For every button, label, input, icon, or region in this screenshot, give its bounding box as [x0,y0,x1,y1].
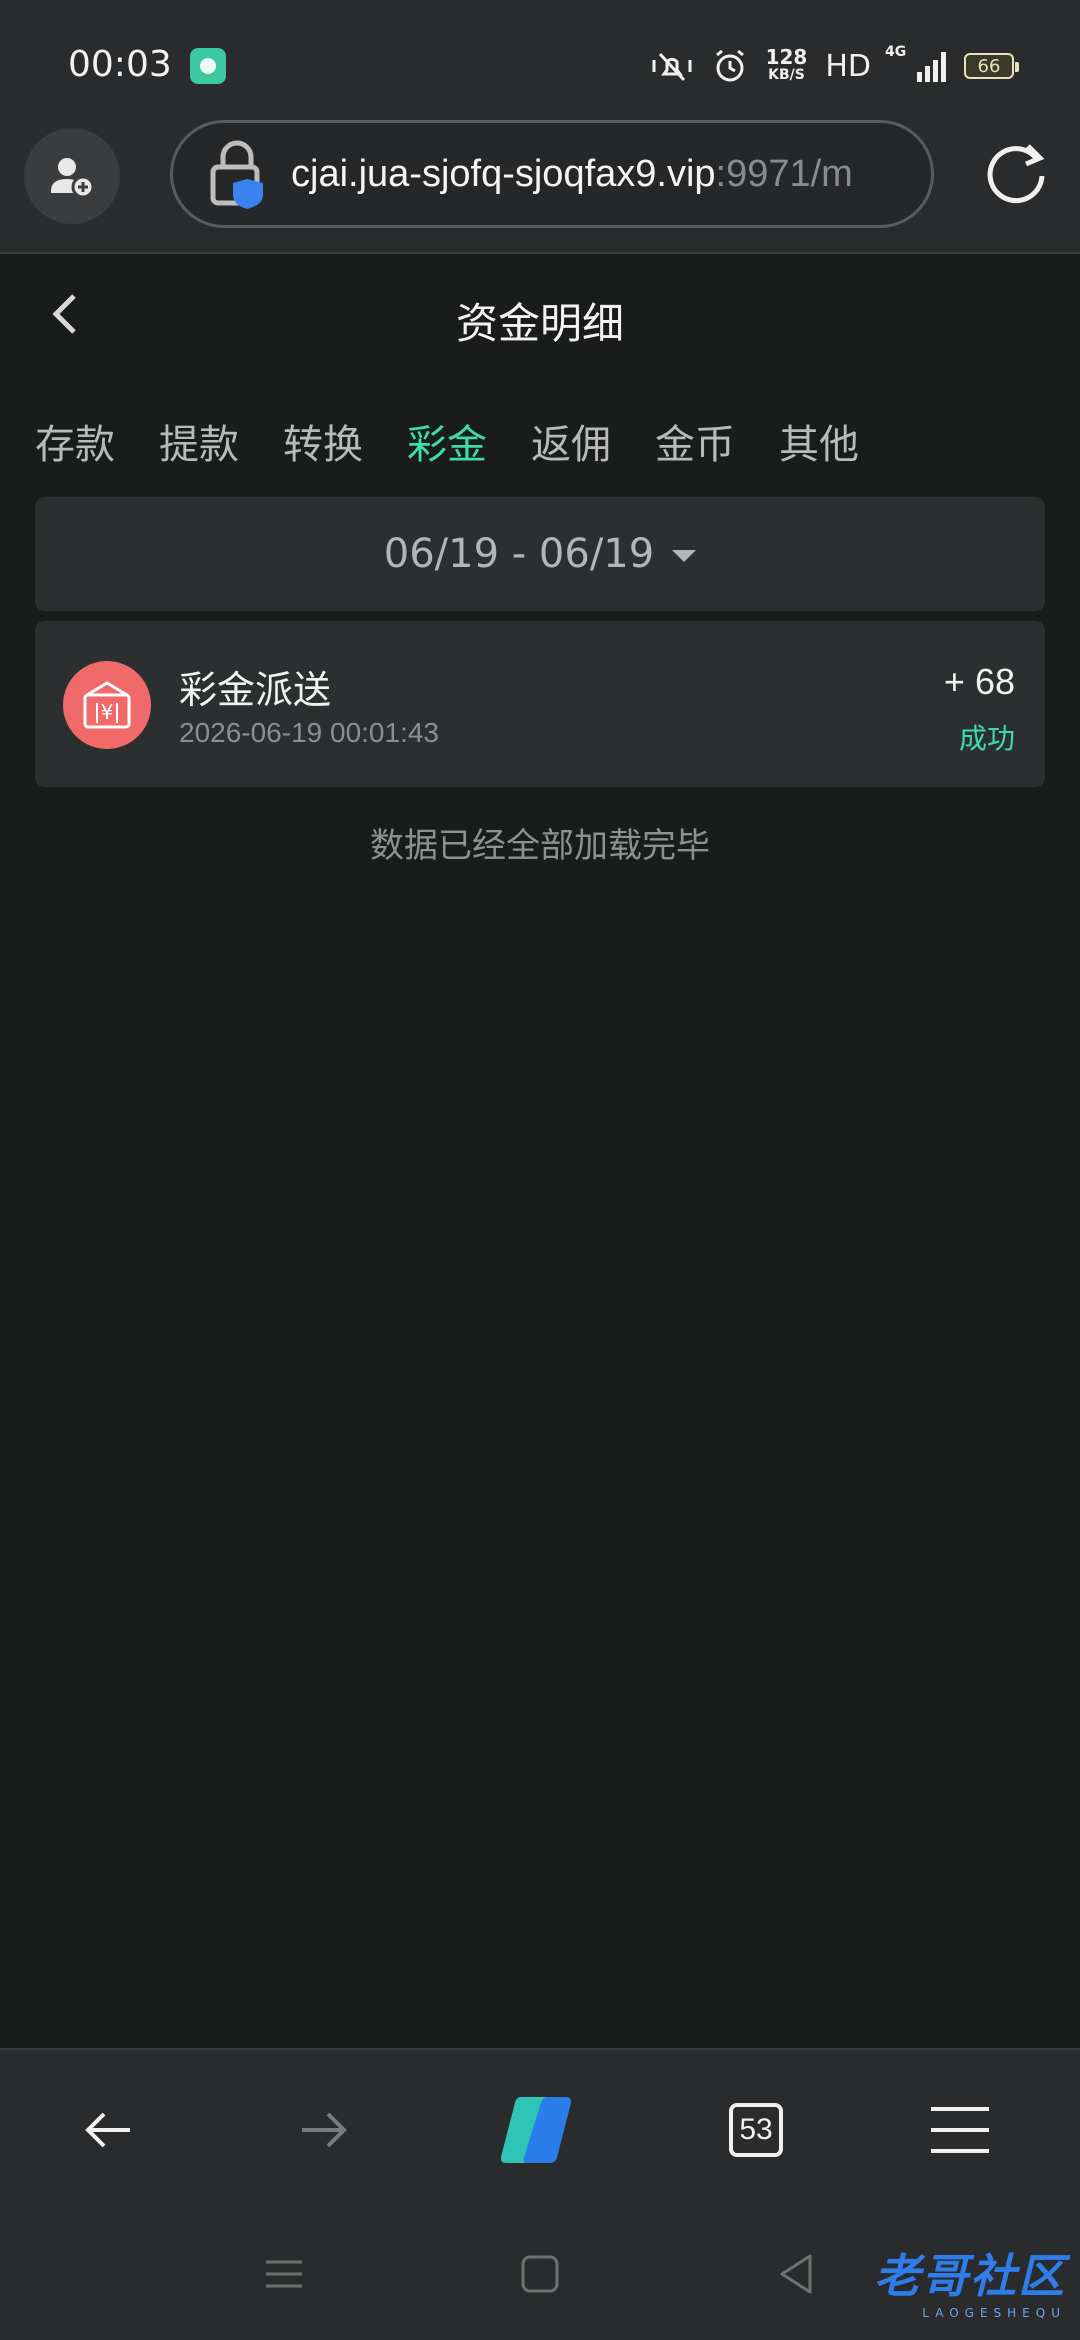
arrow-left-icon [85,2112,130,2148]
status-bar: 00:03 128 KB/S HD 4G 66 [0,0,1080,120]
battery-icon: 66 [964,53,1019,79]
date-range-text: 06/19 - 06/19 [383,531,655,577]
hamburger-menu-icon [931,2107,989,2153]
record-title: 彩金派送 [179,668,332,712]
reload-icon[interactable] [978,136,1054,212]
watermark-logo: 老哥社区 LAOGESHEQU [874,2249,1066,2320]
profile-add-button[interactable] [24,128,120,224]
address-bar[interactable]: cjai.jua-sjofq-sjoqfax9.vip:9971/m [170,120,934,228]
tab-bonus[interactable]: 彩金 [407,412,531,470]
hd-indicator: HD [825,48,871,84]
bonus-envelope-icon: ¥ [63,661,151,749]
status-icons: 128 KB/S HD 4G 66 [650,44,1019,88]
nav-back-button[interactable] [68,2090,148,2170]
record-status: 成功 [958,722,1015,755]
user-add-icon [51,158,95,199]
system-home-icon[interactable] [518,2252,562,2296]
tab-withdraw[interactable]: 提款 [159,412,283,470]
system-recents-icon[interactable] [262,2252,306,2296]
mute-vibrate-icon [652,52,692,82]
svg-text:¥: ¥ [101,700,114,724]
tab-coins[interactable]: 金币 [655,412,779,470]
url-text: cjai.jua-sjofq-sjoqfax9.vip:9971/m [291,152,853,195]
copilot-button[interactable] [496,2090,576,2170]
network-speed: 128 KB/S [765,45,808,83]
tab-transfer[interactable]: 转换 [283,412,407,470]
menu-button[interactable] [920,2090,1000,2170]
tab-count: 53 [729,2103,783,2157]
caret-down-icon [672,550,697,562]
tabs-button[interactable]: 53 [716,2090,796,2170]
nav-forward-button[interactable] [284,2090,364,2170]
page-title: 资金明细 [455,299,624,348]
copilot-icon [500,2096,572,2164]
status-time: 00:03 [68,44,172,85]
tab-other[interactable]: 其他 [779,412,903,470]
tab-deposit[interactable]: 存款 [35,412,159,470]
list-item[interactable]: ¥ 彩金派送 2026-06-19 00:01:43 + 68 成功 [35,621,1045,787]
browser-toolbar: cjai.jua-sjofq-sjoqfax9.vip:9971/m [0,120,1080,254]
tab-rebate[interactable]: 返佣 [531,412,655,470]
date-range-picker[interactable]: 06/19 - 06/19 [35,497,1045,611]
list-end-note: 数据已经全部加载完毕 [370,826,710,866]
app-notification-icon [190,48,226,84]
signal-icon: 4G [885,44,946,82]
category-tabs: 存款 提款 转换 彩金 返佣 金币 其他 [35,412,903,470]
secure-lock-icon [210,140,263,209]
system-back-icon[interactable] [774,2252,818,2296]
arrow-right-icon [302,2112,347,2148]
record-amount: + 68 [943,661,1015,702]
browser-bottom-nav: 53 [0,2048,1080,2208]
record-time: 2026-06-19 00:01:43 [179,717,439,748]
alarm-icon [715,49,744,82]
